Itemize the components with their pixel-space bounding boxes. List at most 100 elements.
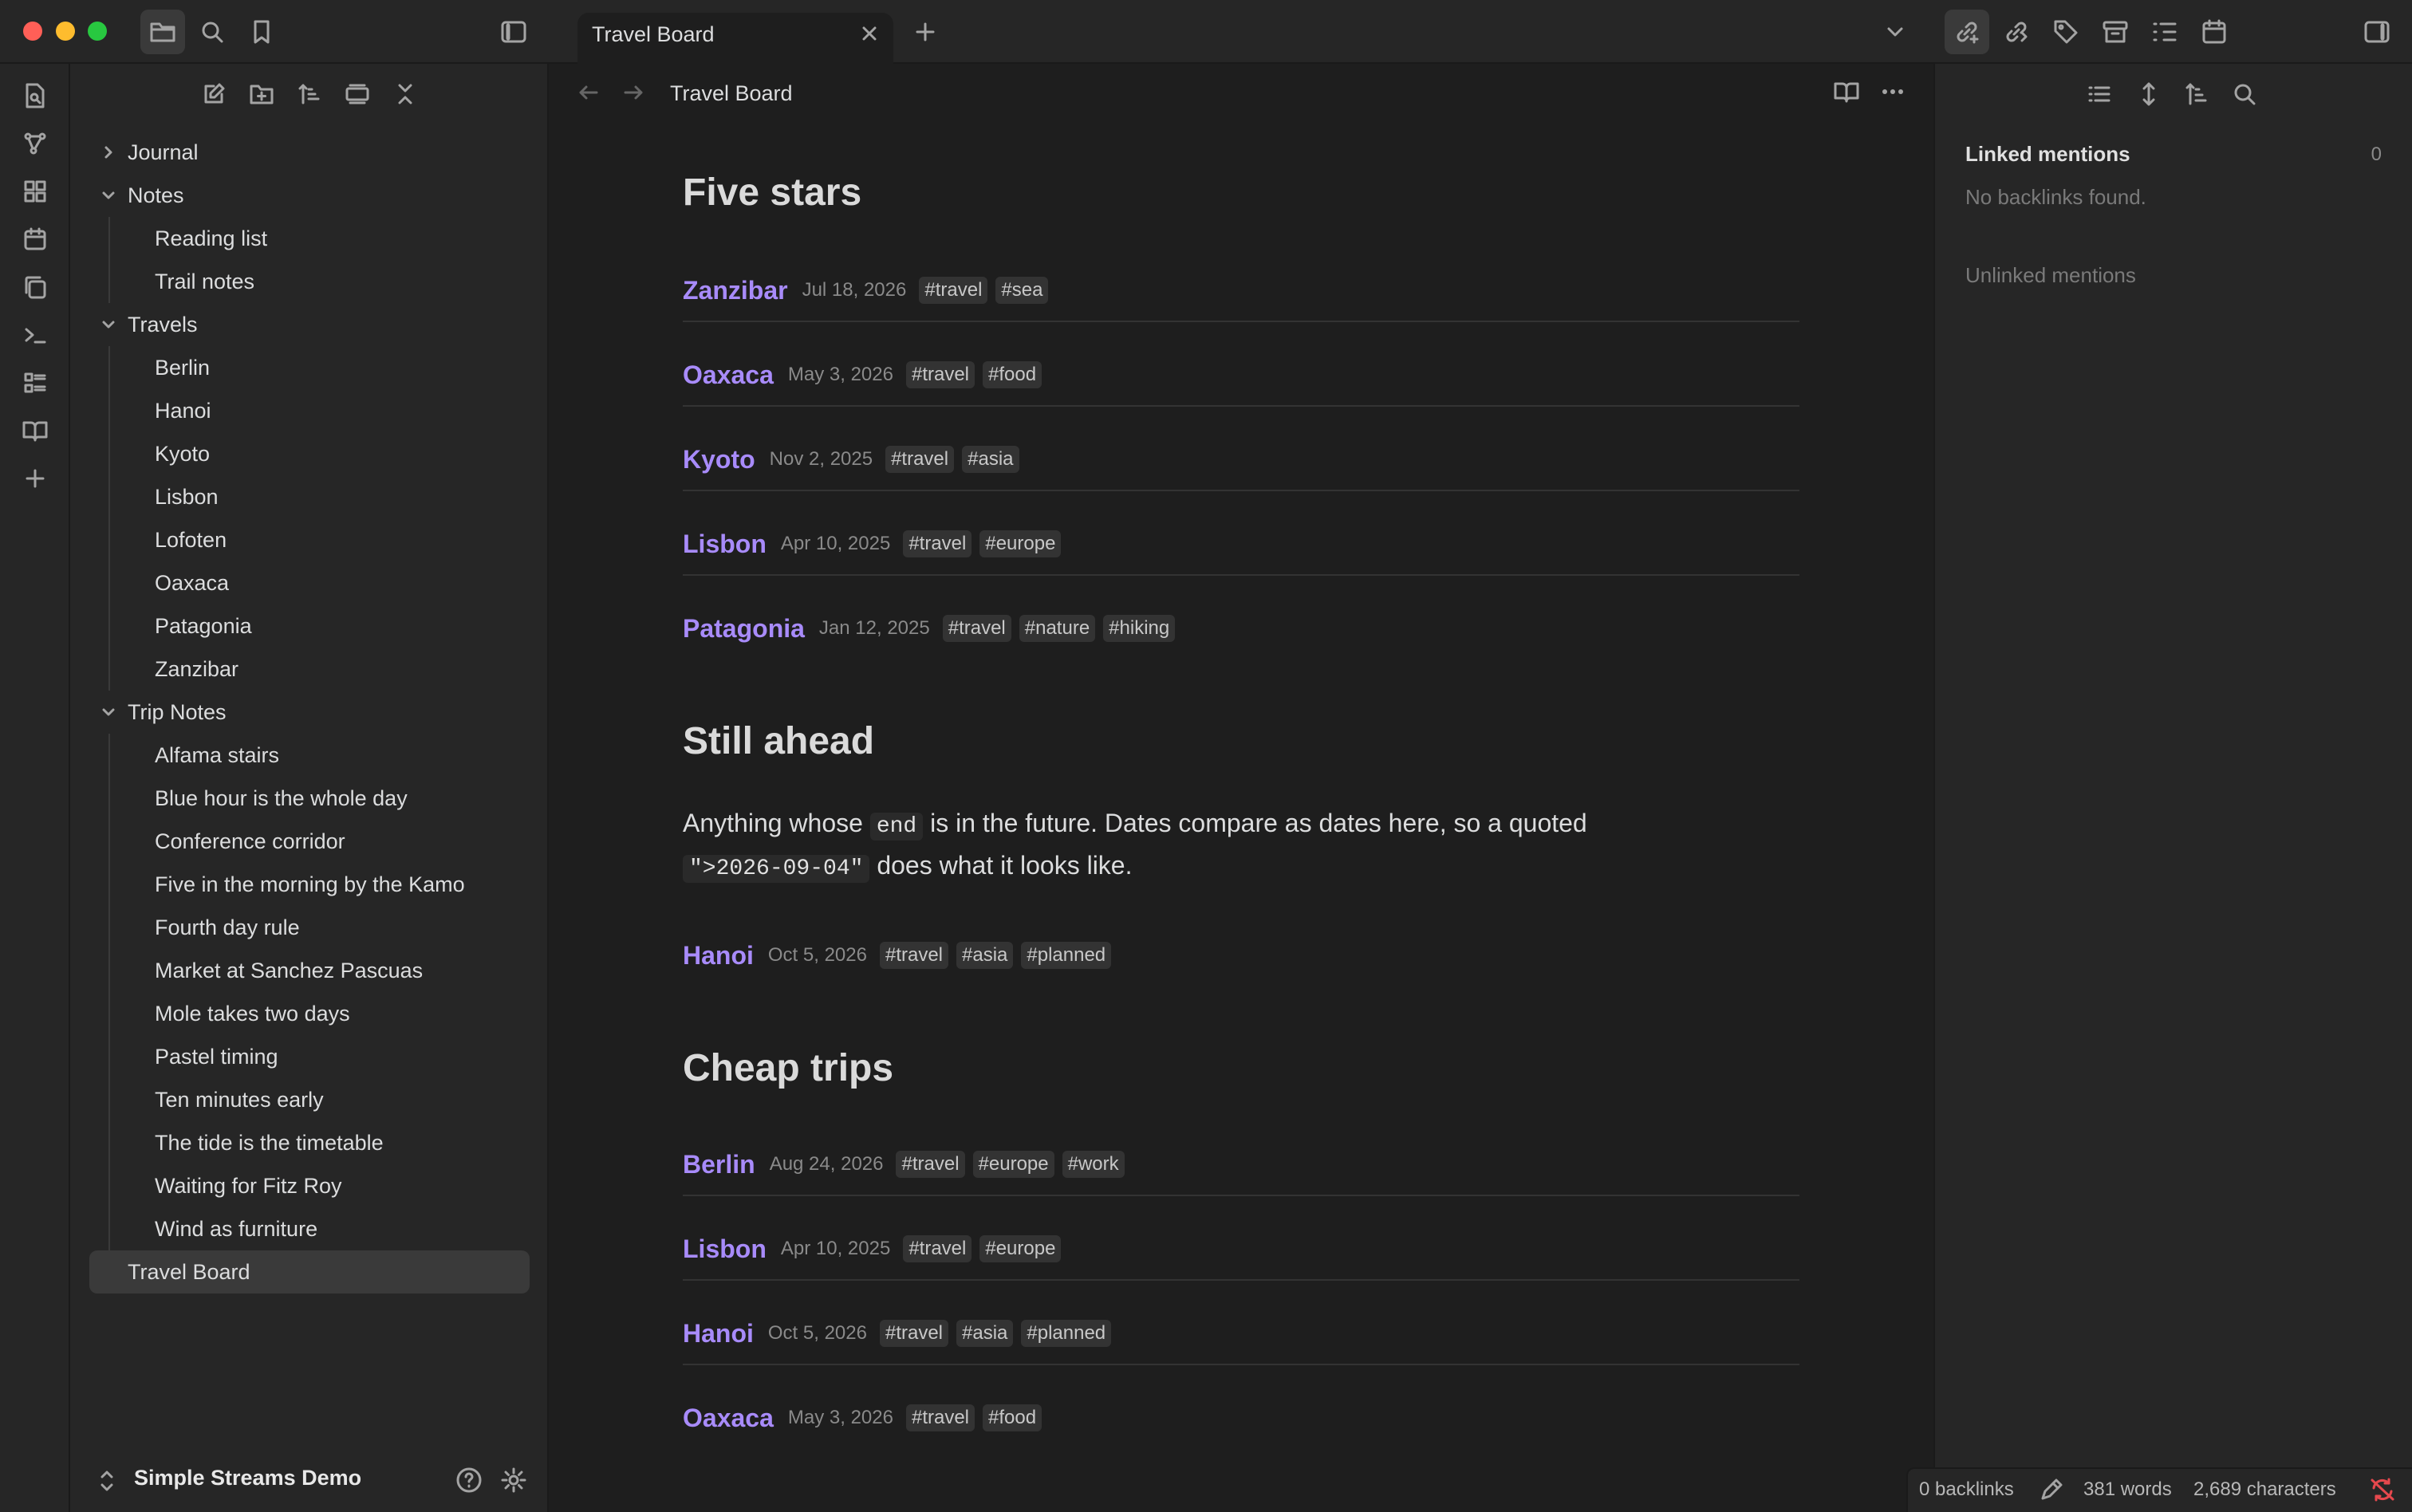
open-command-palette-button[interactable] xyxy=(18,317,53,352)
open-reading-view-button[interactable] xyxy=(18,413,53,448)
tag[interactable]: #nature xyxy=(1019,615,1096,642)
vault-name[interactable]: Simple Streams Demo xyxy=(134,1466,361,1490)
help-button[interactable] xyxy=(455,1466,483,1494)
close-window-button[interactable] xyxy=(23,22,42,41)
file-item[interactable]: Blue hour is the whole day xyxy=(108,777,533,820)
add-ribbon-item-button[interactable] xyxy=(18,461,53,496)
reading-view-button[interactable] xyxy=(1833,80,1860,104)
entry-link[interactable]: Lisbon xyxy=(683,1234,767,1264)
file-item[interactable]: Market at Sanchez Pascuas xyxy=(108,949,533,992)
file-item[interactable]: Kyoto xyxy=(108,432,533,475)
file-item[interactable]: Waiting for Fitz Roy xyxy=(108,1164,533,1207)
file-item[interactable]: Lisbon xyxy=(108,475,533,518)
linked-mentions-header[interactable]: Linked mentions xyxy=(1965,142,2130,167)
file-item[interactable]: Lofoten xyxy=(108,518,533,561)
tag[interactable]: #travel xyxy=(903,530,972,557)
tag[interactable]: #asia xyxy=(956,942,1014,969)
toggle-left-sidebar-button[interactable] xyxy=(491,10,536,54)
file-item[interactable]: Berlin xyxy=(108,346,533,389)
entry-link[interactable]: Berlin xyxy=(683,1150,755,1179)
change-sort-button[interactable] xyxy=(2184,81,2209,107)
file-item[interactable]: Fourth day rule xyxy=(108,906,533,949)
file-item[interactable]: Trail notes xyxy=(108,260,533,303)
settings-button[interactable] xyxy=(499,1466,528,1494)
entry-link[interactable]: Oaxaca xyxy=(683,1404,774,1433)
file-item-travel-board[interactable]: Travel Board xyxy=(89,1250,530,1293)
entry-link[interactable]: Lisbon xyxy=(683,530,767,559)
file-item[interactable]: Reading list xyxy=(108,217,533,260)
file-item[interactable]: The tide is the timetable xyxy=(108,1121,533,1164)
note-title-breadcrumb[interactable]: Travel Board xyxy=(670,81,793,106)
file-item[interactable]: Pastel timing xyxy=(108,1035,533,1078)
tag[interactable]: #travel xyxy=(896,1151,965,1178)
folder-trip-notes[interactable]: Trip Notes xyxy=(89,691,533,734)
bookmarks-view-button[interactable] xyxy=(239,10,284,54)
navigate-forward-button[interactable] xyxy=(621,80,646,105)
calendar-panel-button[interactable] xyxy=(2192,10,2237,54)
tag[interactable]: #work xyxy=(1062,1151,1125,1178)
entry-link[interactable]: Oaxaca xyxy=(683,360,774,390)
file-item[interactable]: Oaxaca xyxy=(108,561,533,604)
tag[interactable]: #europe xyxy=(979,1235,1062,1262)
tag[interactable]: #europe xyxy=(972,1151,1054,1178)
entry-link[interactable]: Hanoi xyxy=(683,941,754,971)
tag[interactable]: #travel xyxy=(919,277,988,304)
tag[interactable]: #travel xyxy=(885,446,955,473)
files-view-button[interactable] xyxy=(140,10,185,54)
file-item[interactable]: Patagonia xyxy=(108,604,533,648)
tag[interactable]: #sea xyxy=(995,277,1049,304)
backlinks-count[interactable]: 0 backlinks xyxy=(1919,1479,2014,1501)
tab-close-button[interactable] xyxy=(857,21,882,46)
backlinks-panel-button[interactable] xyxy=(1945,10,1989,54)
insert-template-button[interactable] xyxy=(18,270,53,305)
tag[interactable]: #europe xyxy=(979,530,1062,557)
tag[interactable]: #travel xyxy=(879,1320,949,1347)
show-more-context-button[interactable] xyxy=(2136,81,2162,107)
tag[interactable]: #hiking xyxy=(1103,615,1176,642)
new-folder-button[interactable] xyxy=(244,77,279,112)
open-daily-note-button[interactable] xyxy=(18,222,53,257)
entry-link[interactable]: Patagonia xyxy=(683,614,805,644)
zoom-window-button[interactable] xyxy=(88,22,107,41)
file-item[interactable]: Five in the morning by the Kamo xyxy=(108,863,533,906)
tag[interactable]: #food xyxy=(983,1404,1042,1431)
new-tab-button[interactable] xyxy=(912,19,938,45)
tag[interactable]: #planned xyxy=(1021,1320,1112,1347)
entry-link[interactable]: Zanzibar xyxy=(683,276,788,305)
minimize-window-button[interactable] xyxy=(56,22,75,41)
navigate-back-button[interactable] xyxy=(576,80,601,105)
collapse-results-button[interactable] xyxy=(2087,81,2112,107)
search-view-button[interactable] xyxy=(190,10,235,54)
outgoing-links-panel-button[interactable] xyxy=(1994,10,2039,54)
tag[interactable]: #asia xyxy=(962,446,1019,473)
open-canvas-button[interactable] xyxy=(18,174,53,209)
vault-switcher-button[interactable] xyxy=(96,1467,118,1494)
open-graph-view-button[interactable] xyxy=(18,126,53,161)
collapse-all-button[interactable] xyxy=(388,77,423,112)
editing-mode-button[interactable] xyxy=(2039,1477,2064,1502)
outline-panel-button[interactable] xyxy=(2142,10,2187,54)
tag[interactable]: #planned xyxy=(1021,942,1112,969)
unlinked-mentions-header[interactable]: Unlinked mentions xyxy=(1965,263,2136,288)
folder-journal[interactable]: Journal xyxy=(89,131,533,174)
file-item[interactable]: Wind as furniture xyxy=(108,1207,533,1250)
tab-list-button[interactable] xyxy=(1873,10,1917,54)
archive-panel-button[interactable] xyxy=(2093,10,2138,54)
tag[interactable]: #travel xyxy=(905,1404,975,1431)
tag[interactable]: #food xyxy=(983,361,1042,388)
tags-panel-button[interactable] xyxy=(2044,10,2088,54)
tag[interactable]: #asia xyxy=(956,1320,1014,1347)
sync-status-button[interactable] xyxy=(2369,1477,2396,1502)
file-item[interactable]: Alfama stairs xyxy=(108,734,533,777)
open-bases-button[interactable] xyxy=(18,365,53,400)
file-item[interactable]: Mole takes two days xyxy=(108,992,533,1035)
new-note-button[interactable] xyxy=(196,77,231,112)
toggle-right-sidebar-button[interactable] xyxy=(2355,10,2399,54)
show-search-filter-button[interactable] xyxy=(2232,81,2257,107)
more-options-button[interactable] xyxy=(1879,80,1906,104)
entry-link[interactable]: Hanoi xyxy=(683,1319,754,1349)
entry-link[interactable]: Kyoto xyxy=(683,445,755,474)
open-quick-switcher-button[interactable] xyxy=(18,78,53,113)
file-item[interactable]: Zanzibar xyxy=(108,648,533,691)
auto-reveal-button[interactable] xyxy=(340,77,375,112)
